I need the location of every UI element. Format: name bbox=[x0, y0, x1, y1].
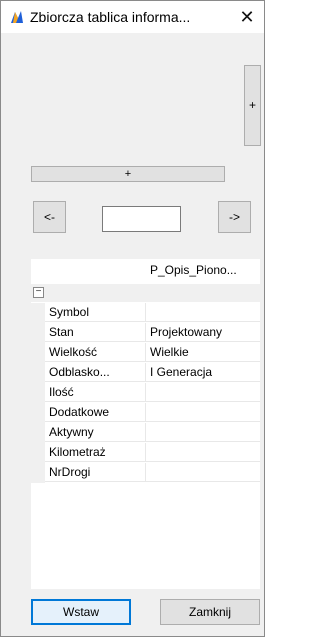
row-indent bbox=[31, 383, 45, 403]
row-indent bbox=[31, 463, 45, 483]
property-row[interactable]: Kilometraż bbox=[31, 443, 260, 463]
title-bar[interactable]: Zbiorcza tablica informa... ✕ bbox=[1, 1, 264, 33]
property-label: Stan bbox=[45, 323, 146, 342]
column-header[interactable]: P_Opis_Piono... bbox=[146, 259, 260, 282]
property-label: NrDrogi bbox=[45, 463, 146, 482]
app-sign-icon bbox=[9, 9, 25, 25]
next-button[interactable]: -> bbox=[218, 201, 251, 233]
row-indent bbox=[31, 403, 45, 423]
collapse-icon[interactable]: − bbox=[33, 287, 44, 298]
row-indent bbox=[31, 303, 45, 323]
close-icon[interactable]: ✕ bbox=[230, 1, 264, 33]
property-value[interactable] bbox=[146, 403, 260, 422]
row-indent bbox=[31, 443, 45, 463]
page-input[interactable] bbox=[102, 206, 181, 232]
property-value[interactable]: Wielkie bbox=[146, 343, 260, 362]
property-row[interactable]: Stan Projektowany bbox=[31, 323, 260, 343]
row-indent bbox=[31, 363, 45, 383]
property-value[interactable]: Projektowany bbox=[146, 323, 260, 342]
group-row: − bbox=[31, 284, 260, 302]
property-value[interactable] bbox=[146, 423, 260, 442]
close-button[interactable]: Zamknij bbox=[160, 599, 260, 625]
property-row[interactable]: NrDrogi bbox=[31, 463, 260, 483]
add-row-button[interactable]: + bbox=[31, 166, 225, 182]
property-label: Symbol bbox=[45, 303, 146, 322]
property-row[interactable]: Ilość bbox=[31, 383, 260, 403]
property-grid: P_Opis_Piono... − Symbol Stan Projektowany… bbox=[31, 259, 260, 589]
property-row[interactable]: Dodatkowe bbox=[31, 403, 260, 423]
property-label: Wielkość bbox=[45, 343, 146, 362]
property-label: Ilość bbox=[45, 383, 146, 402]
property-label: Kilometraż bbox=[45, 443, 146, 462]
insert-button[interactable]: Wstaw bbox=[31, 599, 131, 625]
window-title: Zbiorcza tablica informa... bbox=[30, 9, 191, 25]
property-label: Dodatkowe bbox=[45, 403, 146, 422]
row-indent bbox=[31, 343, 45, 363]
property-row[interactable]: Wielkość Wielkie bbox=[31, 343, 260, 363]
row-indent bbox=[31, 423, 45, 443]
property-row[interactable]: Symbol bbox=[31, 303, 260, 323]
property-label: Odblasko... bbox=[45, 363, 146, 382]
previous-button[interactable]: <- bbox=[33, 201, 66, 233]
property-row[interactable]: Aktywny bbox=[31, 423, 260, 443]
property-value[interactable]: I Generacja bbox=[146, 363, 260, 382]
property-value[interactable] bbox=[146, 383, 260, 402]
dialog-window: Zbiorcza tablica informa... ✕ + + <- -> … bbox=[0, 0, 265, 637]
row-indent bbox=[31, 323, 45, 343]
property-value[interactable] bbox=[146, 303, 260, 322]
property-label: Aktywny bbox=[45, 423, 146, 442]
property-rows: Symbol Stan Projektowany Wielkość Wielkie Odb… bbox=[31, 303, 260, 483]
property-value[interactable] bbox=[146, 463, 260, 482]
add-column-button[interactable]: + bbox=[244, 65, 261, 146]
property-value[interactable] bbox=[146, 443, 260, 462]
property-row[interactable]: Odblasko... I Generacja bbox=[31, 363, 260, 383]
